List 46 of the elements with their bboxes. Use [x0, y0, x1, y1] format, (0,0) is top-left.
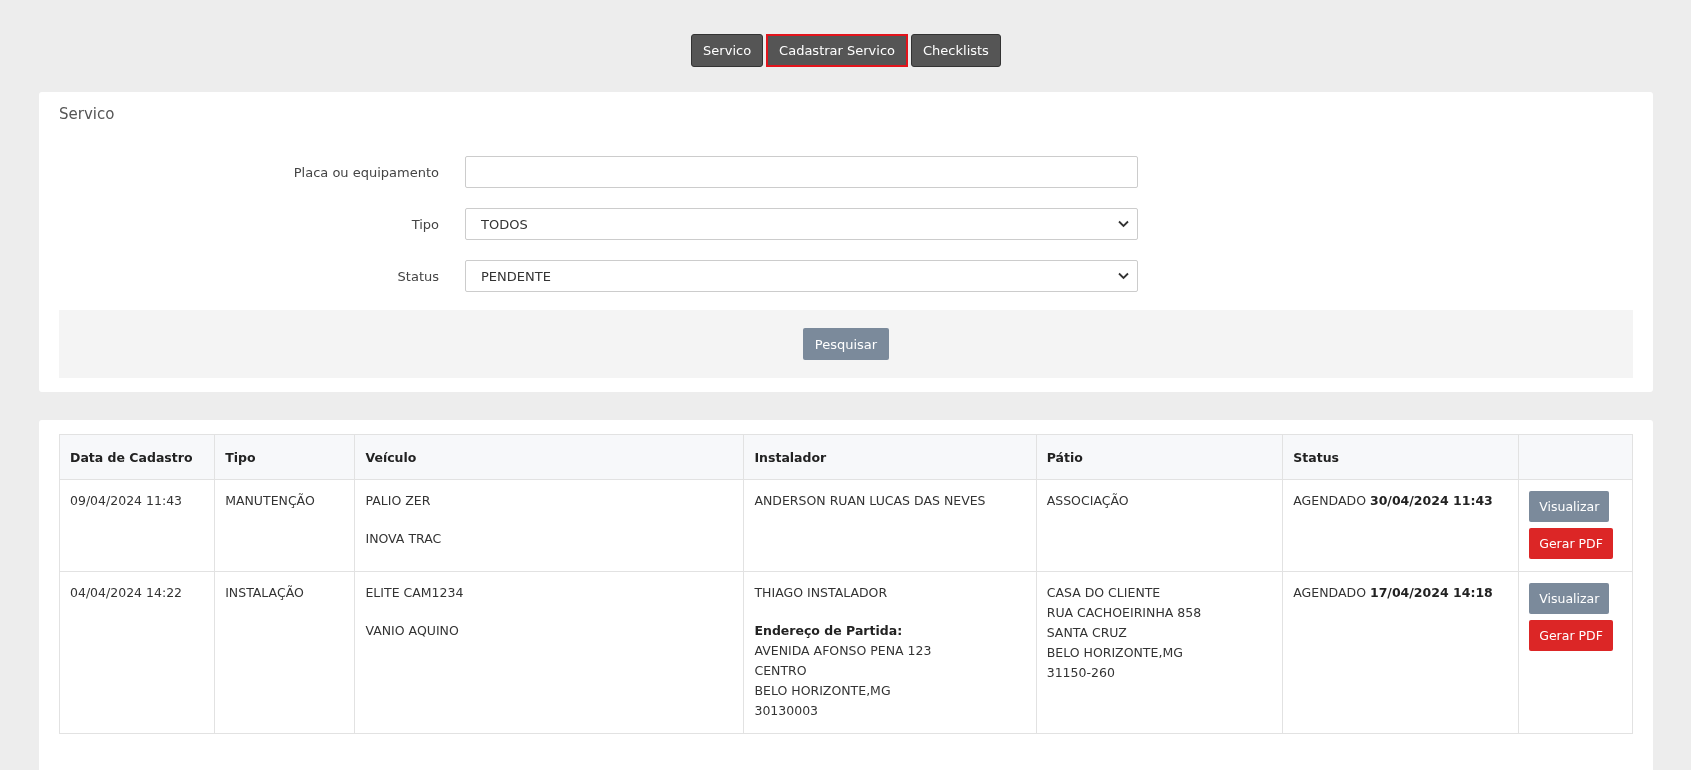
chevron-down-icon: [1118, 220, 1129, 228]
installer-name: ANDERSON RUAN LUCAS DAS NEVES: [754, 492, 986, 510]
address-label: Endereço de Partida:: [754, 622, 903, 640]
view-button[interactable]: Visualizar: [1529, 491, 1610, 522]
yard-line: 31150-260: [1046, 664, 1115, 682]
vehicle-text: PALIO ZER: [365, 492, 431, 510]
column-header: Veículo: [354, 434, 744, 480]
column-header: Instalador: [743, 434, 1037, 480]
yard-line: ASSOCIAÇÃO: [1046, 492, 1129, 510]
type-text: MANUTENÇÃO: [225, 492, 315, 510]
nav-tab[interactable]: Checklists: [911, 34, 1001, 67]
status-text: AGENDADO 17/04/2024 14:18: [1293, 584, 1493, 602]
field-label: Tipo: [411, 216, 439, 232]
address-line: CENTRO: [754, 662, 807, 680]
field-label: Status: [397, 268, 439, 284]
address-line: AVENIDA AFONSO PENA 123: [754, 642, 932, 660]
yard-line: SANTA CRUZ: [1046, 624, 1127, 642]
field-label: Placa ou equipamento: [293, 164, 439, 180]
address-line: 30130003: [754, 702, 819, 720]
nav-tab[interactable]: Cadastrar Servico: [766, 34, 909, 67]
installer-name: THIAGO INSTALADOR: [754, 584, 888, 602]
column-header: Data de Cadastro: [59, 434, 215, 480]
chevron-down-icon: [1118, 272, 1129, 280]
yard-line: RUA CACHOEIRINHA 858: [1046, 604, 1202, 622]
column-header: Tipo: [214, 434, 355, 480]
text-field[interactable]: [465, 156, 1138, 188]
column-header: Status: [1282, 434, 1519, 480]
status-text: AGENDADO 30/04/2024 11:43: [1293, 492, 1493, 510]
nav-tab[interactable]: Servico: [691, 34, 764, 67]
panel-title: Servico: [59, 105, 115, 123]
date-text: 04/04/2024 14:22: [70, 584, 183, 602]
yard-line: CASA DO CLIENTE: [1046, 584, 1161, 602]
yard-line: BELO HORIZONTE,MG: [1046, 644, 1183, 662]
column-header: Pátio: [1036, 434, 1283, 480]
search-button[interactable]: Pesquisar: [802, 328, 890, 360]
pdf-button[interactable]: Gerar PDF: [1529, 620, 1613, 651]
vehicle-text: ELITE CAM1234: [365, 584, 464, 602]
vehicle-text: INOVA TRAC: [365, 530, 442, 548]
date-text: 09/04/2024 11:43: [70, 492, 183, 510]
pdf-button[interactable]: Gerar PDF: [1529, 528, 1613, 559]
select-field[interactable]: TODOS: [465, 208, 1138, 240]
view-button[interactable]: Visualizar: [1529, 583, 1610, 614]
address-line: BELO HORIZONTE,MG: [754, 682, 891, 700]
type-text: INSTALAÇÃO: [225, 584, 304, 602]
vehicle-text: VANIO AQUINO: [365, 622, 459, 640]
select-field[interactable]: PENDENTE: [465, 260, 1138, 292]
